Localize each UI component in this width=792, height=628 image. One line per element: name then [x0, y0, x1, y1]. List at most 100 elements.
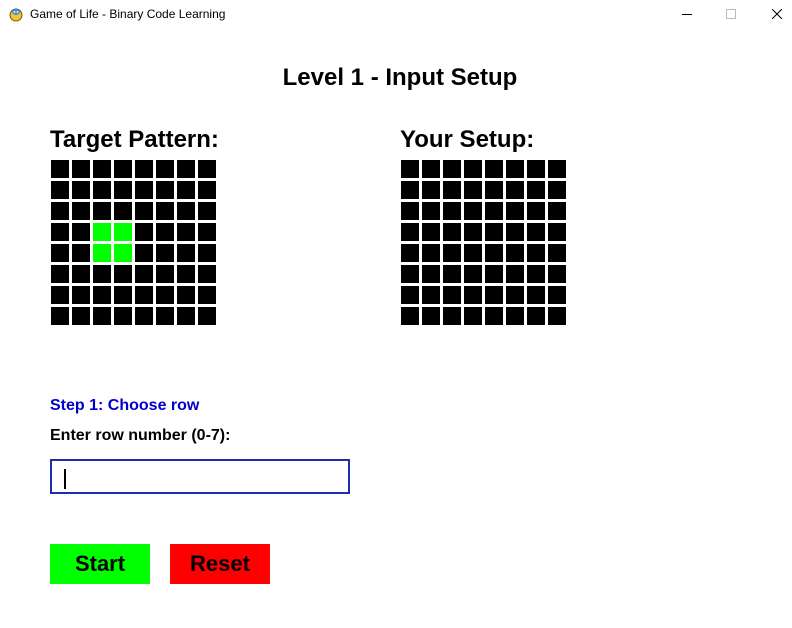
grid-cell[interactable] [422, 223, 440, 241]
grid-cell[interactable] [464, 265, 482, 283]
grid-cell[interactable] [401, 307, 419, 325]
grid-cell[interactable] [527, 307, 545, 325]
grid-cell[interactable] [506, 286, 524, 304]
grid-cell [72, 181, 90, 199]
grid-cell[interactable] [464, 181, 482, 199]
grid-cell[interactable] [401, 202, 419, 220]
reset-button[interactable]: Reset [170, 544, 270, 584]
grid-cell[interactable] [464, 286, 482, 304]
grid-cell[interactable] [464, 202, 482, 220]
grid-cell[interactable] [506, 223, 524, 241]
row-number-input[interactable] [50, 459, 350, 494]
grid-cell[interactable] [527, 244, 545, 262]
grid-cell[interactable] [506, 181, 524, 199]
grid-cell [177, 160, 195, 178]
grid-cell [177, 202, 195, 220]
grid-cell[interactable] [485, 265, 503, 283]
grid-cell[interactable] [443, 181, 461, 199]
grid-cell[interactable] [443, 286, 461, 304]
grid-cell[interactable] [443, 307, 461, 325]
maximize-button[interactable] [708, 0, 754, 28]
grid-cell [135, 181, 153, 199]
grid-cell [114, 286, 132, 304]
grid-cell [135, 307, 153, 325]
grid-cell[interactable] [485, 244, 503, 262]
grid-cell[interactable] [506, 244, 524, 262]
grid-cell[interactable] [548, 202, 566, 220]
grid-cell[interactable] [506, 202, 524, 220]
grid-cell[interactable] [464, 244, 482, 262]
close-button[interactable] [754, 0, 792, 28]
grid-cell [93, 286, 111, 304]
grid-cell[interactable] [443, 244, 461, 262]
grid-cell[interactable] [401, 223, 419, 241]
grid-cell[interactable] [401, 160, 419, 178]
grid-cell [156, 286, 174, 304]
grid-cell [51, 181, 69, 199]
level-title: Level 1 - Input Setup [282, 64, 518, 91]
minimize-button[interactable] [664, 0, 710, 28]
grid-cell[interactable] [422, 265, 440, 283]
pygame-snake-icon [8, 6, 24, 22]
start-button[interactable]: Start [50, 544, 150, 584]
grid-cell [177, 307, 195, 325]
grid-cell[interactable] [506, 160, 524, 178]
grid-cell [93, 160, 111, 178]
grid-cell [156, 202, 174, 220]
grid-cell[interactable] [464, 307, 482, 325]
grid-cell[interactable] [401, 181, 419, 199]
grid-cell [198, 202, 216, 220]
grid-cell[interactable] [422, 202, 440, 220]
grid-cell [51, 244, 69, 262]
grid-cell [114, 265, 132, 283]
grid-cell[interactable] [443, 202, 461, 220]
grid-cell [198, 286, 216, 304]
grid-cell[interactable] [485, 286, 503, 304]
your-setup-label: Your Setup: [400, 126, 535, 153]
grid-cell[interactable] [422, 181, 440, 199]
grid-cell[interactable] [401, 286, 419, 304]
grid-cell[interactable] [548, 307, 566, 325]
target-pattern-label: Target Pattern: [50, 126, 219, 153]
grid-cell[interactable] [548, 223, 566, 241]
grid-cell [93, 244, 111, 262]
grid-cell[interactable] [548, 160, 566, 178]
grid-cell[interactable] [485, 160, 503, 178]
grid-cell[interactable] [485, 307, 503, 325]
grid-cell[interactable] [443, 265, 461, 283]
grid-cell [135, 286, 153, 304]
grid-cell[interactable] [401, 244, 419, 262]
grid-cell [72, 307, 90, 325]
grid-cell[interactable] [548, 181, 566, 199]
grid-cell[interactable] [401, 265, 419, 283]
grid-cell[interactable] [527, 286, 545, 304]
grid-cell[interactable] [527, 223, 545, 241]
grid-cell[interactable] [548, 244, 566, 262]
grid-cell[interactable] [443, 160, 461, 178]
grid-cell [156, 223, 174, 241]
window-titlebar: Game of Life - Binary Code Learning [0, 0, 792, 28]
grid-cell[interactable] [485, 223, 503, 241]
grid-cell[interactable] [485, 181, 503, 199]
grid-cell[interactable] [422, 286, 440, 304]
grid-cell[interactable] [422, 160, 440, 178]
grid-cell[interactable] [464, 160, 482, 178]
grid-cell[interactable] [506, 307, 524, 325]
grid-cell [177, 244, 195, 262]
grid-cell[interactable] [548, 286, 566, 304]
grid-cell[interactable] [527, 181, 545, 199]
grid-cell [93, 265, 111, 283]
grid-cell[interactable] [548, 265, 566, 283]
grid-cell[interactable] [485, 202, 503, 220]
grid-cell[interactable] [422, 244, 440, 262]
grid-cell[interactable] [464, 223, 482, 241]
grid-cell [177, 181, 195, 199]
grid-cell[interactable] [422, 307, 440, 325]
grid-cell[interactable] [443, 223, 461, 241]
grid-cell[interactable] [527, 160, 545, 178]
grid-cell[interactable] [527, 202, 545, 220]
grid-cell[interactable] [506, 265, 524, 283]
grid-cell [198, 223, 216, 241]
grid-cell[interactable] [527, 265, 545, 283]
your-setup-grid[interactable] [401, 160, 569, 328]
